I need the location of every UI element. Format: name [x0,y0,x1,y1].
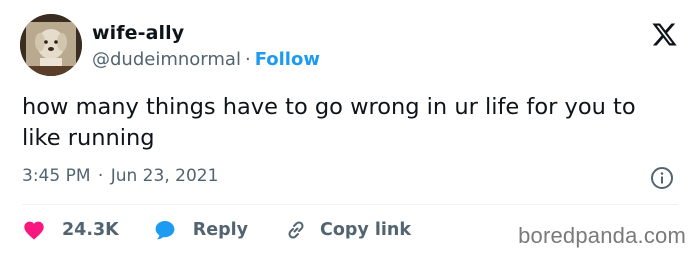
x-logo-icon[interactable] [651,21,678,48]
timestamp[interactable]: 3:45 PM · Jun 23, 2021 [22,166,218,186]
avatar[interactable] [20,14,82,76]
watermark: boredpanda.com [518,223,686,248]
separator-dot: · [97,166,104,186]
display-name[interactable]: wife-ally [92,22,184,44]
follow-button[interactable]: Follow [255,49,320,70]
info-icon[interactable] [650,166,674,190]
tweet-card: wife-ally @dudeimnormal · Follow how many … [0,0,700,256]
user-handle[interactable]: @dudeimnormal [92,49,241,70]
heart-icon [24,221,44,240]
handle-line: @dudeimnormal · Follow [92,49,320,70]
dog-photo-icon [20,14,82,76]
divider [22,204,678,205]
tweet-date: Jun 23, 2021 [110,166,219,186]
copy-link-label: Copy link [320,220,412,240]
separator-dot: · [244,49,251,70]
tweet-time: 3:45 PM [22,166,91,186]
link-icon [288,221,304,239]
action-bar: 24.3K Reply Copy link [22,217,411,243]
like-count: 24.3K [62,220,119,240]
reply-label: Reply [192,220,249,240]
like-button[interactable]: 24.3K [22,218,119,242]
reply-button[interactable]: Reply [153,218,248,242]
speech-bubble-icon [155,221,175,240]
copy-link-button[interactable]: Copy link [284,218,411,242]
tweet-text: how many things have to go wrong in ur l… [22,94,636,151]
